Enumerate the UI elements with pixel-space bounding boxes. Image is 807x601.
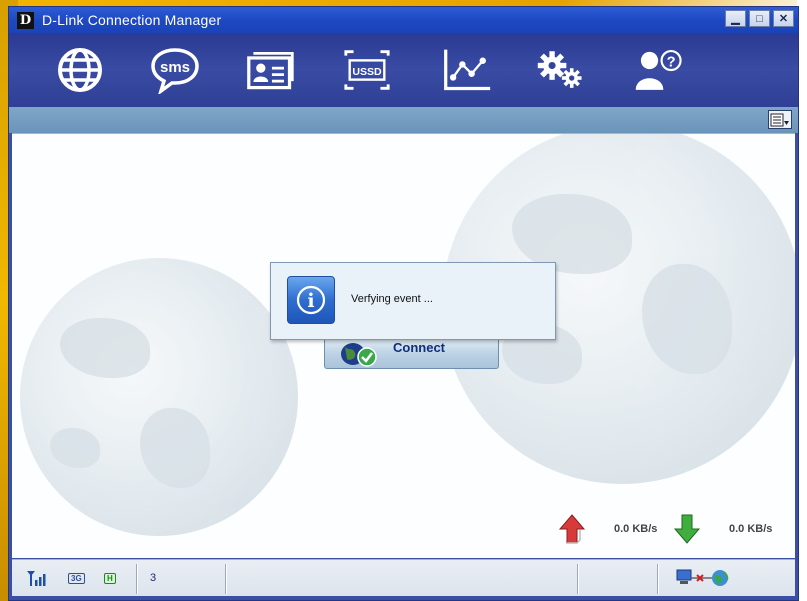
ussd-button[interactable]: USSD (342, 45, 392, 95)
sms-icon: sms (151, 48, 199, 94)
connect-label: Connect (393, 340, 445, 355)
status-divider (136, 564, 137, 594)
info-glyph: i (307, 290, 314, 312)
info-icon: i (287, 276, 335, 324)
close-button[interactable]: ✕ (773, 10, 794, 27)
status-count: 3 (150, 572, 157, 584)
settings-button[interactable] (536, 45, 586, 95)
count-cell: 3 (150, 560, 156, 596)
main-content: Connect i Verfying event ... 0.0 KB/s 0.… (12, 133, 795, 558)
list-menu-icon (770, 113, 789, 126)
gears-icon (537, 51, 582, 88)
chart-icon (444, 49, 491, 91)
connect-globe-check-icon (341, 343, 377, 367)
minimize-button[interactable]: ▁ (725, 10, 746, 27)
network-disconnected-icon (676, 569, 729, 586)
hspa-cell: H (104, 560, 116, 596)
verifying-dialog: i Verfying event ... (270, 262, 556, 340)
status-bar: 3G H 3 (12, 559, 795, 596)
help-icon-label: ? (667, 55, 676, 71)
upload-speed: 0.0 KB/s (558, 512, 657, 546)
window-title: D-Link Connection Manager (42, 12, 222, 28)
internet-button[interactable] (55, 45, 105, 95)
download-arrow-icon (673, 514, 701, 544)
background-globe-left (20, 258, 298, 536)
upload-arrow-icon (558, 514, 586, 544)
contact-card-icon (247, 51, 294, 90)
dialog-message: Verfying event ... (351, 293, 433, 305)
info-circle-glyph: i (296, 285, 326, 315)
view-menu-button[interactable] (768, 110, 792, 129)
dlink-logo-icon: D (17, 11, 34, 29)
ussd-icon: USSD (344, 50, 390, 90)
signal-strength-icon (27, 571, 46, 586)
hspa-badge: H (104, 572, 116, 584)
help-button[interactable]: ? (634, 45, 684, 95)
sms-button[interactable]: sms (150, 45, 200, 95)
status-divider (577, 564, 578, 594)
network-3g-badge: 3G (68, 572, 85, 584)
title-bar[interactable]: D D-Link Connection Manager ▁ □ ✕ (9, 7, 798, 33)
window-controls: ▁ □ ✕ (725, 10, 794, 27)
upload-speed-value: 0.0 KB/s (614, 523, 658, 535)
download-speed-value: 0.0 KB/s (729, 523, 773, 535)
connection-status-cell (676, 560, 732, 596)
signal-cell (26, 560, 48, 596)
connect-button[interactable]: Connect (324, 336, 499, 369)
app-window: D D-Link Connection Manager ▁ □ ✕ sms US… (8, 6, 799, 601)
main-toolbar: sms USSD ? (9, 33, 798, 107)
network-type-cell: 3G (68, 560, 85, 596)
globe-icon (58, 48, 102, 92)
user-help-icon: ? (635, 49, 682, 90)
status-divider (225, 564, 226, 594)
ussd-icon-label: USSD (352, 66, 382, 78)
contacts-button[interactable] (246, 45, 296, 95)
sms-icon-label: sms (160, 59, 190, 76)
download-speed: 0.0 KB/s (673, 512, 772, 546)
status-divider (657, 564, 658, 594)
statistics-button[interactable] (442, 45, 492, 95)
maximize-button[interactable]: □ (749, 10, 770, 27)
sub-bar (9, 107, 798, 133)
